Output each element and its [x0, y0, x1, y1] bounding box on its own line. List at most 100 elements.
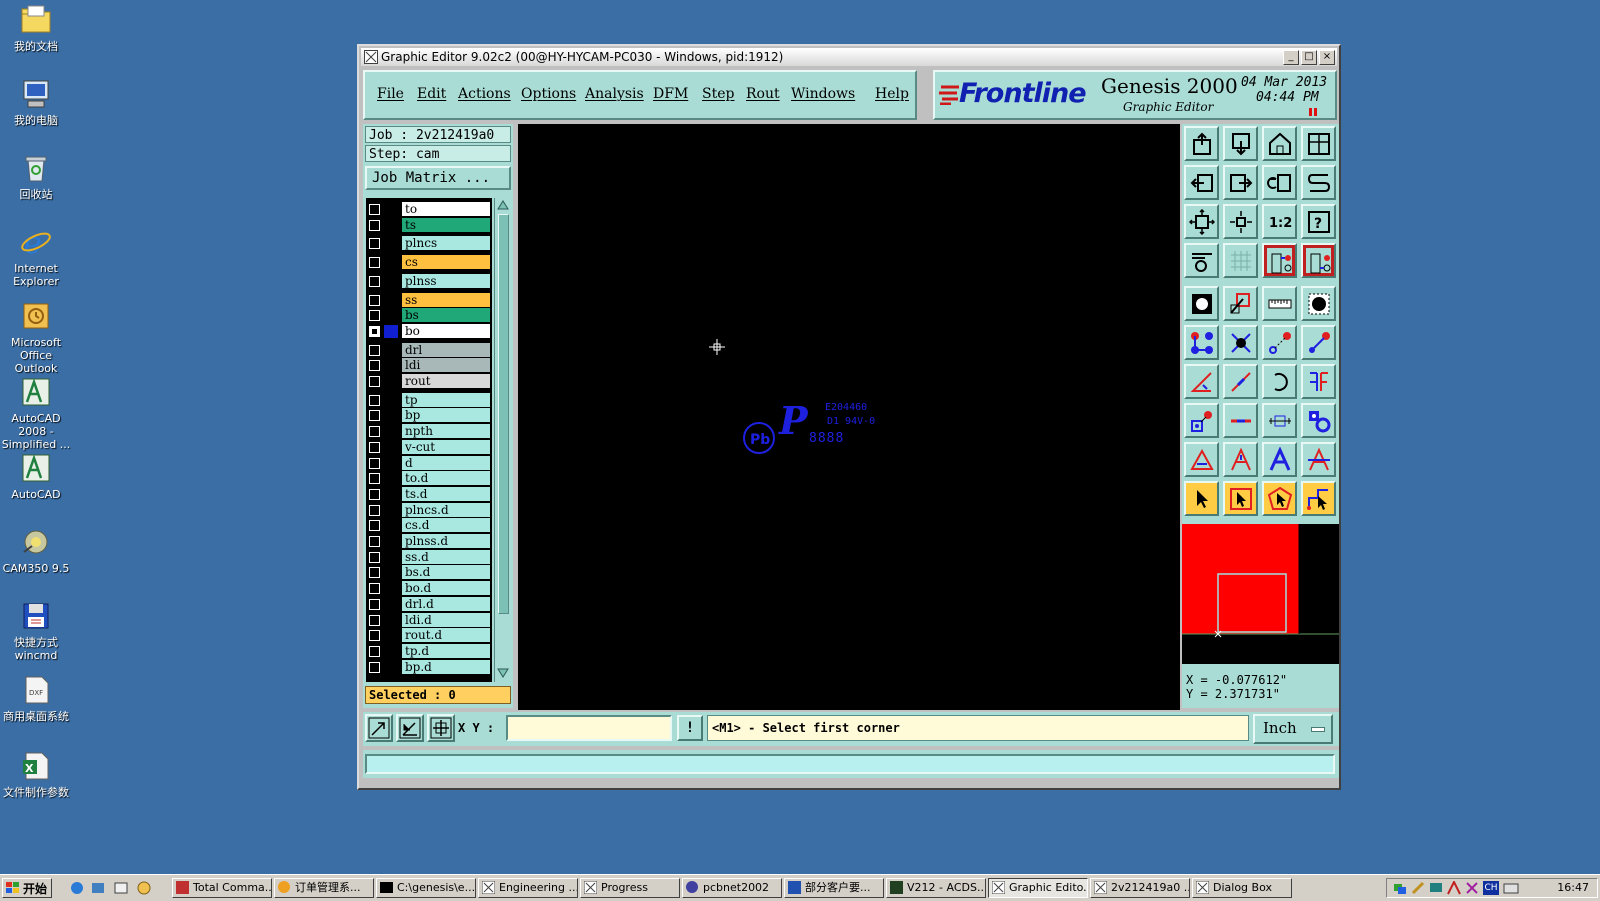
fill-display-button[interactable]	[1301, 286, 1336, 321]
layer-row[interactable]: cs.d	[366, 518, 492, 533]
desktop-icon-my-computer[interactable]: 我的电脑	[0, 78, 72, 127]
outlook-quicklaunch-icon[interactable]	[91, 881, 105, 895]
pad-display-button[interactable]	[1184, 286, 1219, 321]
desktop-icon-autocad[interactable]: AutoCAD	[0, 452, 72, 501]
layer-checkbox[interactable]	[369, 645, 380, 657]
trim-button[interactable]	[1223, 403, 1258, 438]
layer-name[interactable]: ts	[402, 217, 490, 232]
layer-name[interactable]: plncs	[402, 236, 490, 251]
layer-checkbox[interactable]	[369, 294, 380, 306]
layer-row[interactable]: ss.d	[366, 549, 492, 565]
maximize-button[interactable]: □	[1301, 50, 1317, 65]
layer-name[interactable]: bo	[402, 323, 490, 338]
download-button[interactable]	[1223, 126, 1258, 161]
task-total-commander[interactable]: Total Comma...	[172, 878, 272, 898]
layer-name[interactable]: bo.d	[402, 581, 490, 596]
snap-grid-button[interactable]	[427, 714, 455, 742]
layer-row[interactable]: bo.d	[366, 581, 492, 596]
layer-row[interactable]: bp	[366, 408, 492, 423]
task-order-system[interactable]: 订单管理系...	[274, 878, 374, 898]
layer-display-alt-button[interactable]	[1301, 243, 1336, 278]
menu-dfm[interactable]: DFM	[653, 86, 688, 102]
layer-row[interactable]: ldi	[366, 358, 492, 373]
monitor-tray-icon[interactable]	[1429, 881, 1443, 895]
desktop-icon-internet-explorer[interactable]: e Internet Explorer	[0, 226, 72, 288]
menu-help[interactable]: Help	[875, 86, 909, 102]
xy-input[interactable]	[506, 715, 672, 741]
layer-name[interactable]: drl.d	[402, 596, 490, 611]
array-button[interactable]	[1301, 403, 1336, 438]
scroll-thumb[interactable]	[498, 214, 509, 614]
layer-row[interactable]: to.d	[366, 471, 492, 486]
menu-step[interactable]: Step	[702, 86, 734, 102]
layer-name[interactable]: bs	[402, 308, 490, 323]
layer-checkbox[interactable]	[369, 567, 380, 579]
layer-checkbox[interactable]	[369, 551, 380, 563]
task-pcbnet[interactable]: pcbnet2002	[682, 878, 782, 898]
desktop-icon-autocad-2008[interactable]: AutoCAD 2008 - Simplified ...	[0, 376, 72, 451]
language-indicator[interactable]: CH	[1483, 881, 1499, 895]
layer-row[interactable]: drl.d	[366, 596, 492, 612]
select-button[interactable]	[1184, 481, 1219, 516]
pad-move-button[interactable]	[1184, 403, 1219, 438]
layer-name[interactable]: drl	[402, 342, 490, 357]
zoom-fit-button[interactable]	[1184, 204, 1219, 239]
menu-options[interactable]: Options	[521, 86, 576, 102]
help-button[interactable]: ?	[1301, 204, 1336, 239]
text-bold-button[interactable]	[1262, 442, 1297, 477]
start-button[interactable]: 开始	[2, 878, 52, 898]
layer-row[interactable]: ss	[366, 292, 492, 308]
layer-checkbox[interactable]	[369, 204, 380, 215]
text-edit-button[interactable]	[1301, 442, 1336, 477]
dimension-button[interactable]	[1262, 403, 1297, 438]
pause-icon[interactable]	[1309, 108, 1319, 116]
close-tray-icon[interactable]	[1465, 881, 1479, 895]
layer-name[interactable]: plncs.d	[402, 502, 490, 517]
snap-corner-button[interactable]	[365, 714, 393, 742]
layer-checkbox[interactable]	[369, 614, 380, 626]
scroll-up-icon[interactable]	[497, 200, 509, 210]
layer-checkbox[interactable]	[369, 488, 380, 500]
layer-checkbox[interactable]	[369, 275, 380, 287]
pen-tray-icon[interactable]	[1411, 881, 1425, 895]
layer-row[interactable]: drl	[366, 342, 492, 358]
layer-checkbox[interactable]	[369, 360, 380, 372]
layer-row[interactable]: npth	[366, 424, 492, 439]
layer-row[interactable]: rout.d	[366, 628, 492, 643]
layer-row[interactable]: ts	[366, 217, 492, 233]
zoom-center-button[interactable]	[1223, 204, 1258, 239]
layer-name[interactable]: ldi	[402, 358, 490, 373]
task-progress[interactable]: Progress	[580, 878, 680, 898]
zoom-1-to-2-button[interactable]: 1:2	[1262, 204, 1297, 239]
task-acdsee[interactable]: V212 - ACDS...	[886, 878, 986, 898]
graphics-canvas[interactable]: Pb P E204460 D1 94V-0 8888	[518, 124, 1180, 710]
measure-button[interactable]	[1262, 286, 1297, 321]
slope-button[interactable]	[1223, 364, 1258, 399]
layer-checkbox[interactable]	[369, 520, 380, 532]
layer-checkbox[interactable]	[369, 583, 380, 595]
layer-row[interactable]: cs	[366, 255, 492, 270]
pan-left-button[interactable]	[1184, 165, 1219, 200]
layer-row[interactable]: rout	[366, 374, 492, 389]
layer-checkbox[interactable]	[369, 394, 380, 406]
network-tray-icon[interactable]	[1393, 881, 1407, 895]
layer-row[interactable]: bo	[366, 323, 492, 339]
layer-row[interactable]: plncs	[366, 236, 492, 251]
menu-file[interactable]: File	[377, 86, 404, 102]
layer-row[interactable]: ldi.d	[366, 612, 492, 628]
task-job-window[interactable]: 2v212419a0 ...	[1090, 878, 1190, 898]
layer-checkbox[interactable]	[369, 504, 380, 516]
menu-edit[interactable]: Edit	[417, 86, 446, 102]
split-view-button[interactable]	[1301, 126, 1336, 161]
connect-button[interactable]	[1184, 325, 1219, 360]
scroll-down-icon[interactable]	[497, 668, 509, 678]
task-engineering[interactable]: Engineering ...	[478, 878, 578, 898]
layer-checkbox[interactable]	[369, 410, 380, 422]
menu-windows[interactable]: Windows	[791, 86, 855, 102]
layer-name[interactable]: ts.d	[402, 486, 490, 501]
minimize-button[interactable]: _	[1283, 50, 1299, 65]
layer-checkbox[interactable]	[369, 441, 380, 453]
layer-name[interactable]: cs.d	[402, 518, 490, 533]
layer-row[interactable]: bp.d	[366, 659, 492, 675]
layer-name[interactable]: cs	[402, 255, 490, 270]
